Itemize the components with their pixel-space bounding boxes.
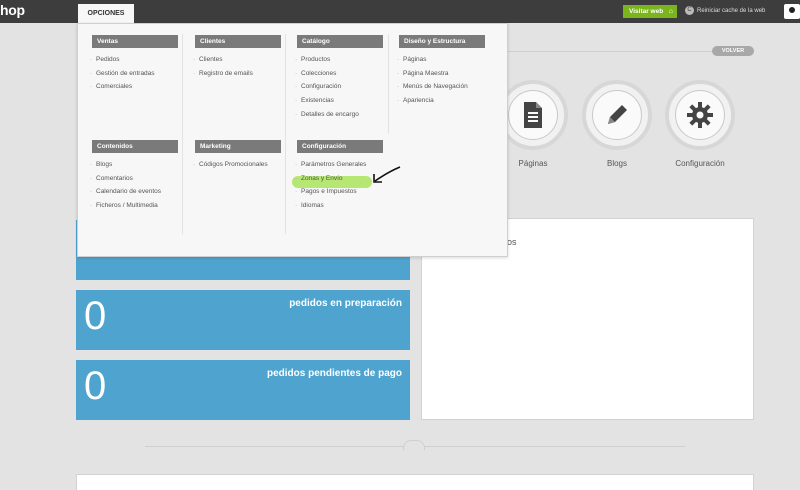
shortcut-blogs-label: Blogs <box>606 159 627 168</box>
refresh-icon: C <box>685 5 694 15</box>
shortcut-configuracion[interactable] <box>665 80 735 150</box>
bottom-panel <box>76 474 754 490</box>
menu-item-apariencia[interactable]: Apariencia <box>397 94 485 108</box>
menu-item-clientes[interactable]: Clientes <box>193 53 281 67</box>
menu-item-zonas-envio[interactable]: Zonas y Envío <box>295 172 383 186</box>
menu-category-contenidos: Contenidos Blogs Comentarios Calendario … <box>90 140 178 213</box>
category-title: Diseño y Estructura <box>399 35 485 48</box>
stat-label: pedidos pendientes de pago <box>266 368 402 379</box>
category-title: Clientes <box>195 35 281 48</box>
home-icon: ⌂ <box>668 8 673 15</box>
reset-cache-link[interactable]: C Reiniciar cache de la web <box>685 5 765 18</box>
stat-value: 0 <box>84 364 107 408</box>
menu-item-detalles-encargo[interactable]: Detalles de encargo <box>295 108 383 122</box>
stat-value: 0 <box>84 294 107 338</box>
column-divider <box>388 34 389 134</box>
menu-item-productos[interactable]: Productos <box>295 53 383 67</box>
category-title: Catálogo <box>297 35 383 48</box>
gear-icon <box>675 90 725 140</box>
shortcut-configuracion-label: Configuración <box>675 159 725 168</box>
reset-cache-label: Reiniciar cache de la web <box>697 8 766 14</box>
bottom-divider <box>145 440 685 450</box>
menu-item-existencias[interactable]: Existencias <box>295 94 383 108</box>
menu-item-idiomas[interactable]: Idiomas <box>295 199 383 213</box>
visit-web-button[interactable]: Visitar web ⌂ <box>623 5 677 18</box>
menu-item-registro-emails[interactable]: Registro de emails <box>193 67 281 81</box>
menu-item-configuracion[interactable]: Configuración <box>295 80 383 94</box>
menu-item-pagina-maestra[interactable]: Página Maestra <box>397 67 485 81</box>
category-title: Marketing <box>195 140 281 153</box>
menu-item-paginas[interactable]: Páginas <box>397 53 485 67</box>
menu-category-ventas: Ventas Pedidos Gestión de entradas Comer… <box>90 35 178 94</box>
divider-line <box>505 51 712 52</box>
menu-category-configuracion: Configuración Parámetros Generales Zonas… <box>295 140 383 213</box>
menu-category-clientes: Clientes Clientes Registro de emails <box>193 35 281 81</box>
panel-title: os <box>507 237 517 247</box>
category-title: Ventas <box>92 35 178 48</box>
user-icon[interactable] <box>784 4 800 19</box>
shortcut-blogs[interactable] <box>582 80 652 150</box>
menu-item-colecciones[interactable]: Colecciones <box>295 67 383 81</box>
menu-item-pedidos[interactable]: Pedidos <box>90 53 178 67</box>
stat-en-preparacion[interactable]: 0 pedidos en preparación <box>76 290 410 350</box>
logo[interactable]: hop <box>0 2 25 18</box>
stat-label: pedidos en preparación <box>289 298 402 309</box>
document-icon <box>508 90 558 140</box>
menu-category-diseno: Diseño y Estructura Páginas Página Maest… <box>397 35 485 108</box>
menu-item-menus-navegacion[interactable]: Menús de Navegación <box>397 80 485 94</box>
visit-web-label: Visitar web <box>629 8 664 15</box>
top-bar: hop OPCIONES Visitar web ⌂ C Reiniciar ca… <box>0 0 800 23</box>
menu-item-comerciales[interactable]: Comerciales <box>90 80 178 94</box>
shortcut-paginas[interactable] <box>498 80 568 150</box>
cloud-icon <box>403 440 425 450</box>
volver-button[interactable]: VOLVER <box>712 46 754 56</box>
menu-item-calendario-eventos[interactable]: Calendario de eventos <box>90 185 178 199</box>
opciones-menu-tab[interactable]: OPCIONES <box>78 4 134 23</box>
menu-item-pagos-impuestos[interactable]: Pagos e Impuestos <box>295 185 383 199</box>
menu-item-blogs[interactable]: Blogs <box>90 158 178 172</box>
menu-item-ficheros-multimedia[interactable]: Ficheros / Multimedia <box>90 199 178 213</box>
stat-pendientes-pago[interactable]: 0 pedidos pendientes de pago <box>76 360 410 420</box>
opciones-dropdown: Ventas Pedidos Gestión de entradas Comer… <box>77 23 508 257</box>
menu-category-marketing: Marketing Códigos Promocionales <box>193 140 281 172</box>
menu-item-comentarios[interactable]: Comentarios <box>90 172 178 186</box>
pencil-icon <box>592 90 642 140</box>
menu-item-parametros-generales[interactable]: Parámetros Generales <box>295 158 383 172</box>
column-divider <box>285 34 286 234</box>
category-title: Configuración <box>297 140 383 153</box>
column-divider <box>182 34 183 234</box>
menu-item-gestion-entradas[interactable]: Gestión de entradas <box>90 67 178 81</box>
category-title: Contenidos <box>92 140 178 153</box>
menu-item-codigos-promocionales[interactable]: Códigos Promocionales <box>193 158 281 172</box>
menu-category-catalogo: Catálogo Productos Colecciones Configura… <box>295 35 383 122</box>
